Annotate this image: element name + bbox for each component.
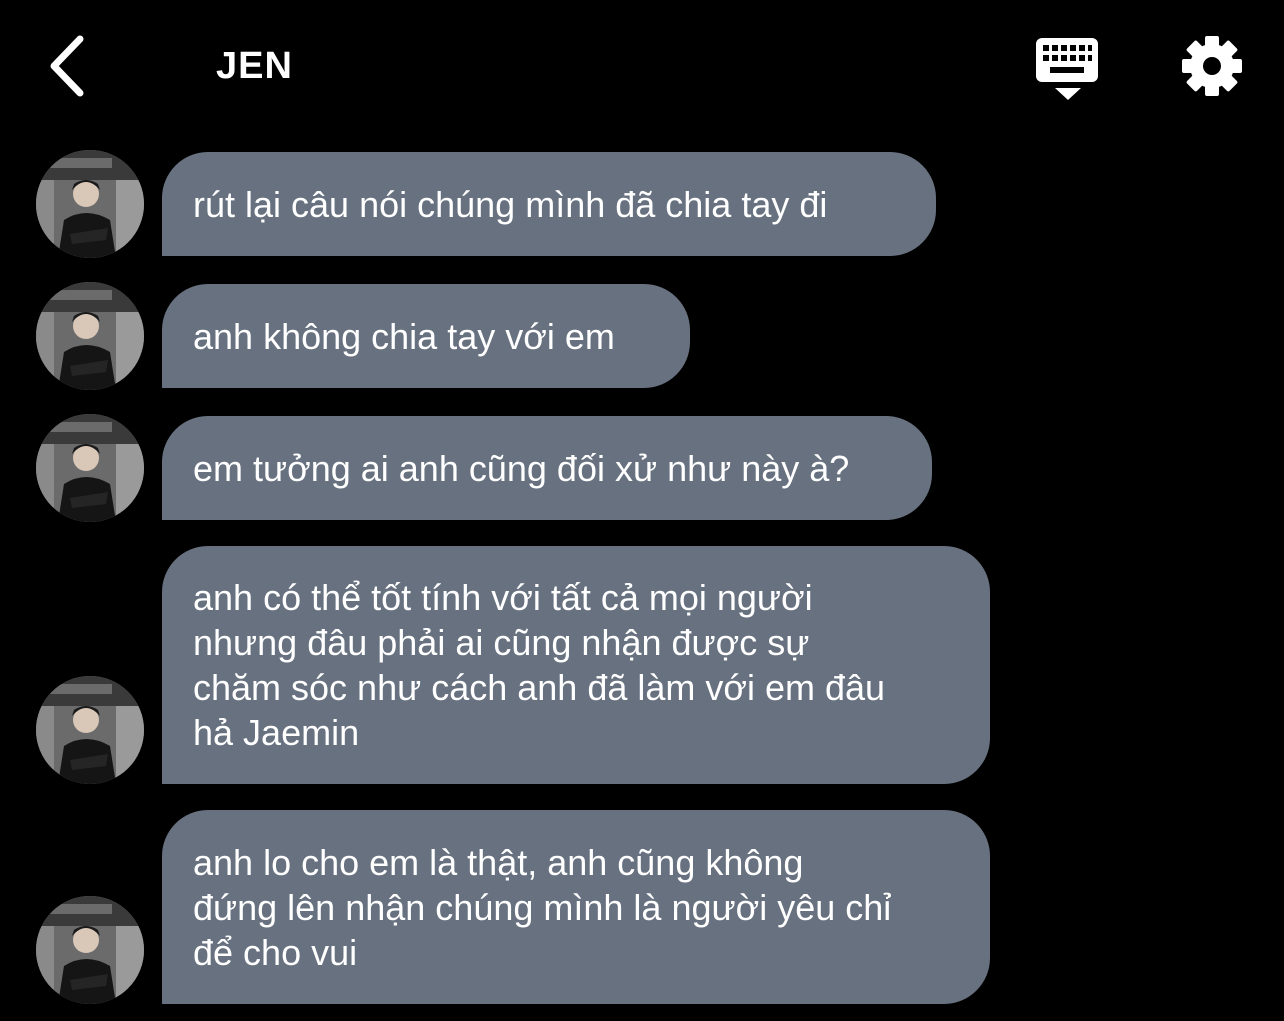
message-text: rút lại câu nói chúng mình đã chia tay đ… <box>193 183 828 225</box>
message-text: em tưởng ai anh cũng đối xử như này à? <box>193 447 850 489</box>
avatar[interactable] <box>36 282 144 390</box>
avatar-photo-icon <box>36 676 144 784</box>
avatar[interactable] <box>36 896 144 1004</box>
message-bubble[interactable]: em tưởng ai anh cũng đối xử như này à? <box>162 416 932 520</box>
message-list[interactable]: rút lại câu nói chúng mình đã chia tay đ… <box>0 0 1284 1021</box>
message-bubble[interactable]: anh có thể tốt tính với tất cả mọi người… <box>162 546 990 784</box>
message-text: anh không chia tay với em <box>193 315 615 357</box>
message-bubble[interactable]: anh lo cho em là thật, anh cũng không đứ… <box>162 810 990 1004</box>
message-text: anh lo cho em là thật, anh cũng không đứ… <box>193 841 892 973</box>
avatar-photo-icon <box>36 282 144 390</box>
message-bubble[interactable]: anh không chia tay với em <box>162 284 690 388</box>
message-bubble[interactable]: rút lại câu nói chúng mình đã chia tay đ… <box>162 152 936 256</box>
avatar-photo-icon <box>36 414 144 522</box>
avatar[interactable] <box>36 414 144 522</box>
message-text: anh có thể tốt tính với tất cả mọi người… <box>193 577 886 753</box>
avatar[interactable] <box>36 676 144 784</box>
avatar-photo-icon <box>36 896 144 1004</box>
avatar[interactable] <box>36 150 144 258</box>
avatar-photo-icon <box>36 150 144 258</box>
